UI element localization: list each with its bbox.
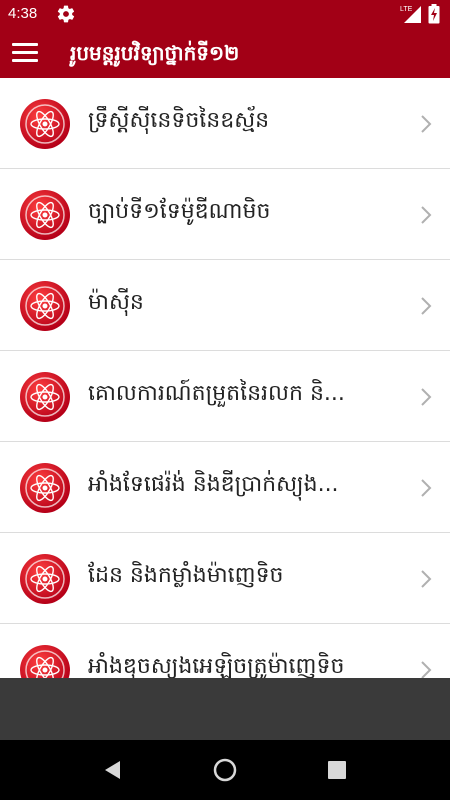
atom-icon bbox=[20, 463, 70, 513]
list-item-label: អាំងឌុចស្យុងអេឡិចត្រូម៉ាញេទិច bbox=[88, 654, 345, 678]
status-bar: 4:38 LTE bbox=[0, 0, 450, 28]
list-item-label: ច្បាប់ទី១ទែម៉ូឌីណាមិច bbox=[88, 199, 271, 224]
list-item-label: ដែន និងកម្លាំងម៉ាញេទិច bbox=[88, 563, 284, 588]
chevron-right-icon bbox=[421, 570, 432, 588]
list-item[interactable]: អាំងឌុចស្យុងអេឡិចត្រូម៉ាញេទិច bbox=[0, 624, 450, 678]
atom-icon bbox=[20, 554, 70, 604]
status-time: 4:38 bbox=[8, 5, 38, 22]
signal-icon: LTE bbox=[400, 6, 421, 23]
chapter-list[interactable]: ទ្រឹស្តីស៊ីនេទិចនៃឧស្ម័ន ច្បាប់ទី១ទែម៉ូឌ… bbox=[0, 78, 450, 678]
back-triangle-icon[interactable] bbox=[101, 758, 125, 782]
list-item[interactable]: ម៉ាស៊ីន bbox=[0, 260, 450, 351]
atom-icon bbox=[20, 99, 70, 149]
battery-charging-icon bbox=[428, 4, 440, 24]
atom-icon bbox=[20, 645, 70, 678]
list-item[interactable]: ដែន និងកម្លាំងម៉ាញេទិច bbox=[0, 533, 450, 624]
list-item-label: គោលការណ៍តម្រួតនៃរលក និ... bbox=[88, 381, 345, 406]
app-title: រូបមន្តរូបវិទ្យាថ្នាក់ទី១២ bbox=[70, 41, 240, 65]
chevron-right-icon bbox=[421, 297, 432, 315]
ad-banner bbox=[0, 678, 450, 740]
atom-icon bbox=[20, 190, 70, 240]
chevron-right-icon bbox=[421, 388, 432, 406]
chevron-right-icon bbox=[421, 115, 432, 133]
svg-text:LTE: LTE bbox=[400, 6, 413, 13]
home-circle-icon[interactable] bbox=[213, 758, 237, 782]
list-item[interactable]: ទ្រឹស្តីស៊ីនេទិចនៃឧស្ម័ន bbox=[0, 78, 450, 169]
app-bar: រូបមន្តរូបវិទ្យាថ្នាក់ទី១២ bbox=[0, 28, 450, 78]
atom-icon bbox=[20, 281, 70, 331]
list-item-label: អាំងទែផេរ៉ង់ និងឌីប្រាក់ស្យុង... bbox=[88, 472, 339, 497]
atom-icon bbox=[20, 372, 70, 422]
list-item[interactable]: អាំងទែផេរ៉ង់ និងឌីប្រាក់ស្យុង... bbox=[0, 442, 450, 533]
list-item[interactable]: គោលការណ៍តម្រួតនៃរលក និ... bbox=[0, 351, 450, 442]
gear-icon bbox=[57, 5, 75, 23]
chevron-right-icon bbox=[421, 661, 432, 678]
hamburger-menu-icon[interactable] bbox=[12, 43, 38, 63]
chevron-right-icon bbox=[421, 479, 432, 497]
recents-square-icon[interactable] bbox=[325, 758, 349, 782]
list-item-label: ទ្រឹស្តីស៊ីនេទិចនៃឧស្ម័ន bbox=[88, 108, 270, 133]
system-nav-bar bbox=[0, 740, 450, 800]
chevron-right-icon bbox=[421, 206, 432, 224]
list-item-label: ម៉ាស៊ីន bbox=[88, 290, 144, 315]
list-item[interactable]: ច្បាប់ទី១ទែម៉ូឌីណាមិច bbox=[0, 169, 450, 260]
